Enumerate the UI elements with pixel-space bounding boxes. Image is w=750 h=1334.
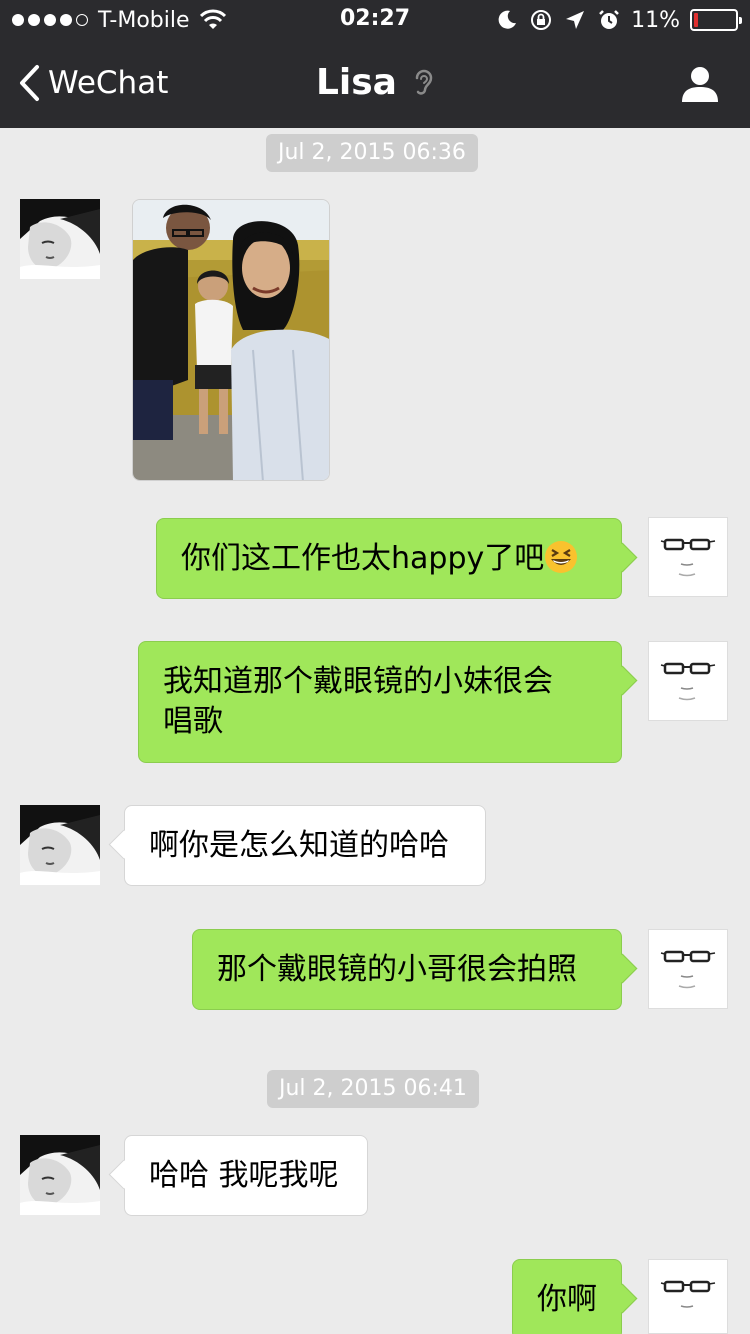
avatar-me[interactable] [648, 641, 728, 721]
avatar-lisa-image [20, 1135, 100, 1215]
message-bubble-outgoing[interactable]: 你们这工作也太happy了吧 [156, 518, 622, 599]
avatar-lisa[interactable] [20, 199, 100, 279]
rotation-lock-icon [531, 10, 552, 30]
battery-icon [690, 9, 742, 31]
message-bubble-incoming[interactable]: 哈哈 我呢我呢 [124, 1135, 368, 1216]
earpiece-mode-icon [415, 69, 433, 95]
chat-timestamp: Jul 2, 2015 06:41 [267, 1070, 479, 1108]
contact-profile-icon[interactable] [680, 64, 720, 104]
location-arrow-icon [566, 11, 585, 29]
chat-timestamp: Jul 2, 2015 06:36 [266, 134, 478, 172]
avatar-me-image [649, 642, 727, 720]
message-text: 哈哈 我呢我呢 [149, 1158, 339, 1193]
battery-percentage: 11% [631, 7, 680, 33]
message-bubble-outgoing[interactable]: 那个戴眼镜的小哥很会拍照 [192, 929, 622, 1010]
avatar-lisa[interactable] [20, 805, 100, 885]
message-bubble-incoming[interactable]: 啊你是怎么知道的哈哈 [124, 805, 486, 886]
message-text: 啊你是怎么知道的哈哈 [149, 828, 449, 863]
message-text: 你啊 [537, 1282, 597, 1317]
grinning-squinting-face-icon [545, 541, 578, 573]
message-text-line-2: 唱歌 [163, 704, 223, 739]
avatar-me-image [649, 1260, 727, 1333]
avatar-me[interactable] [648, 929, 728, 1009]
message-bubble-outgoing[interactable]: 你啊 [512, 1259, 622, 1334]
status-bar: T-Mobile 02:27 11% [0, 0, 750, 40]
alarm-icon [599, 10, 619, 29]
avatar-lisa-image [20, 199, 100, 279]
message-text: 你们这工作也太happy了吧 [181, 541, 545, 576]
avatar-lisa-image [20, 805, 100, 885]
message-bubble-outgoing[interactable]: 我知道那个戴眼镜的小妹很会 唱歌 [138, 641, 622, 763]
avatar-me-image [649, 518, 727, 596]
avatar-me[interactable] [648, 1259, 728, 1334]
message-text-line-1: 我知道那个戴眼镜的小妹很会 [163, 664, 553, 699]
chat-title: Lisa [315, 62, 397, 103]
moon-icon [498, 10, 517, 29]
chat-header: WeChat Lisa [0, 40, 750, 128]
photo-image [133, 200, 329, 480]
avatar-me-image [649, 930, 727, 1008]
avatar-lisa[interactable] [20, 1135, 100, 1215]
message-photo[interactable] [132, 199, 330, 481]
message-text: 那个戴眼镜的小哥很会拍照 [217, 952, 577, 987]
avatar-me[interactable] [648, 517, 728, 597]
